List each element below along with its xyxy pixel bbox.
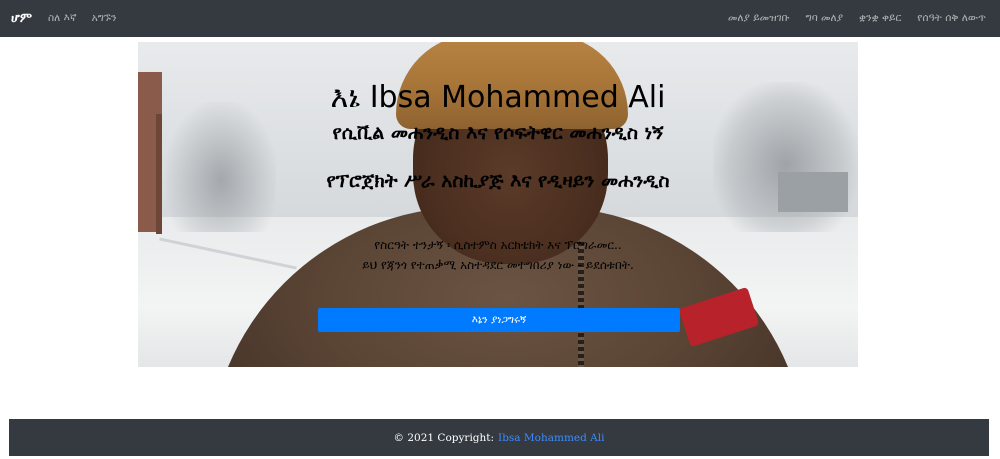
nav-register-link[interactable]: መለያ ይመዝገቡ [728, 12, 790, 25]
footer-author-link[interactable]: Ibsa Mohammed Ali [498, 432, 604, 444]
contact-me-button[interactable]: እኔን ያነጋግሩኝ [318, 308, 680, 332]
hero-subtitle-2: የፕሮጀክት ሥራ አስኪያጅ እና የዲዛይን መሐንዲስ [326, 170, 670, 192]
nav-login-link[interactable]: ግባ መለያ [806, 12, 843, 25]
hero-subtitle-1: የሲቪል መሐንዲስ እና የሶፍትዌር መሐንዲስ ነኝ [332, 122, 664, 144]
nav-timezone-link[interactable]: የሰዓት ሰቅ ለውጥ [917, 12, 986, 25]
hero-banner: እኔ Ibsa Mohammed Ali የሲቪል መሐንዲስ እና የሶፍትዌ… [138, 42, 858, 367]
hero-description-line-2: ይህ የጃንጎ የተጠቃሚ አስተዳደር መተግበሪያ ነው - ይደሰቱበት. [362, 258, 634, 272]
nav-language-link[interactable]: ቋንቋ ቀይር [859, 12, 901, 25]
nav-about-link[interactable]: ስለ እኛ [48, 12, 77, 25]
nav-contact-link[interactable]: አግኙን [92, 12, 117, 25]
nav-right-group: መለያ ይመዝገቡ ግባ መለያ ቋንቋ ቀይር የሰዓት ሰቅ ለውጥ [712, 0, 986, 37]
top-navbar: ሆም ስለ እኛ አግኙን መለያ ይመዝገቡ ግባ መለያ ቋንቋ ቀይር የ… [0, 0, 1000, 37]
footer-copyright: © 2021 Copyright: [393, 431, 495, 444]
brand-home-link[interactable]: ሆም [11, 11, 32, 26]
hero-title: እኔ Ibsa Mohammed Ali [330, 80, 666, 115]
hero-description-line-1: የስርዓት ተንታኝ ፡ ሲስተምስ አርክቴክት እና ፕሮግራመር.. [374, 238, 622, 252]
hero-content: እኔ Ibsa Mohammed Ali የሲቪል መሐንዲስ እና የሶፍትዌ… [138, 42, 858, 367]
hero-description: የስርዓት ተንታኝ ፡ ሲስተምስ አርክቴክት እና ፕሮግራመር.. ይህ… [288, 235, 708, 275]
page-footer: © 2021 Copyright: Ibsa Mohammed Ali [9, 419, 989, 456]
